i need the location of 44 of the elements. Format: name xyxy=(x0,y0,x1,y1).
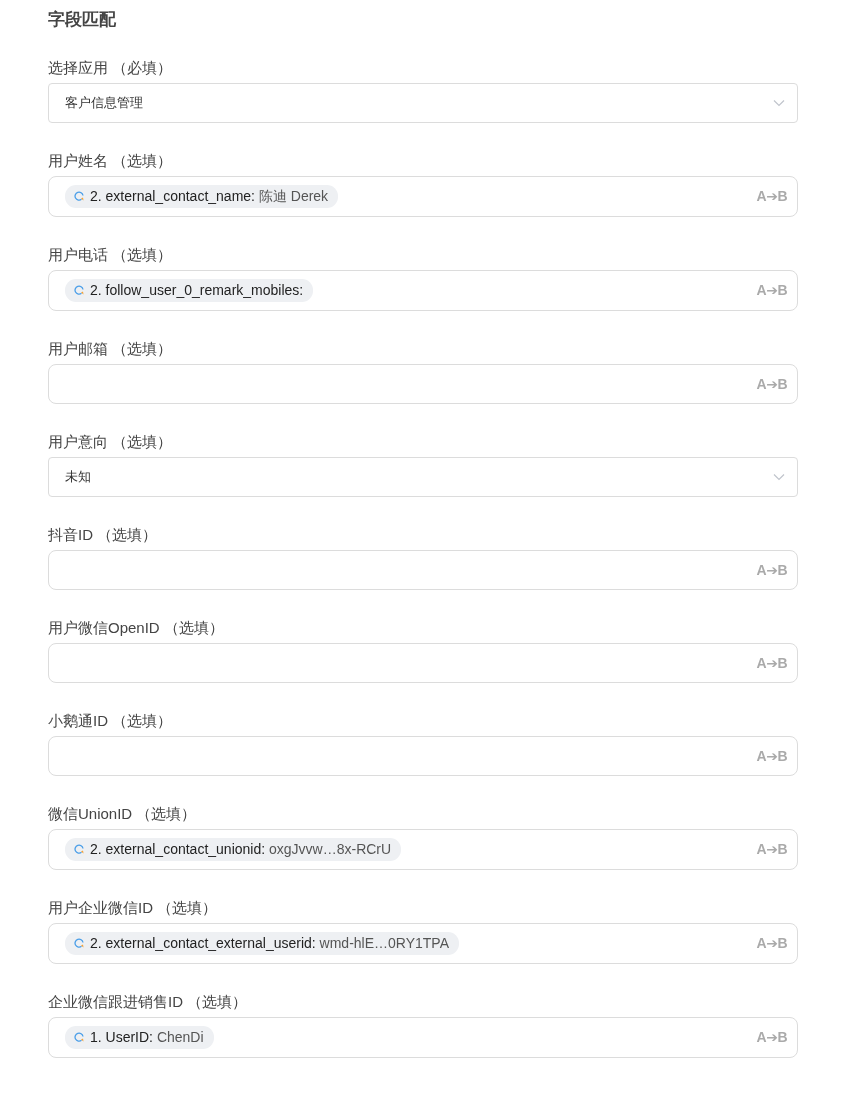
field-label: 用户企业微信ID （选填） xyxy=(48,898,218,918)
variable-tag[interactable]: 2. external_contact_external_userid: wmd-hlE…0RY1TPA xyxy=(65,932,459,955)
formula-button[interactable]: A➔B xyxy=(756,559,787,581)
formula-button[interactable]: A➔B xyxy=(756,1027,787,1048)
formula-button[interactable]: A➔B xyxy=(756,652,787,674)
field-label: 抖音ID （选填） xyxy=(48,525,158,545)
field-label: 用户电话 （选填） xyxy=(48,245,173,265)
refresh-icon xyxy=(74,285,85,296)
input-field[interactable]: A➔B xyxy=(48,550,798,590)
input-field[interactable]: A➔B xyxy=(48,364,798,404)
input-field[interactable]: 2. external_contact_external_userid: wmd-hlE…0RY1TPA A➔B xyxy=(48,923,798,964)
variable-tag[interactable]: 2. external_contact_unionid: oxgJvvw…8x-RCrU xyxy=(65,838,402,861)
field-label: 用户意向 （选填） xyxy=(48,432,173,452)
input-field[interactable]: A➔B xyxy=(48,736,798,776)
field-label: 用户微信OpenID （选填） xyxy=(48,618,224,638)
refresh-icon xyxy=(74,191,85,202)
field-label: 小鹅通ID （选填） xyxy=(48,711,173,731)
chevron-down-icon xyxy=(773,99,785,107)
formula-button[interactable]: A➔B xyxy=(756,280,787,301)
refresh-icon xyxy=(74,844,85,855)
input-field[interactable]: 2. follow_user_0_remark_mobiles: A➔B xyxy=(48,270,798,311)
select-field[interactable]: 未知 xyxy=(48,457,798,497)
formula-button[interactable]: A➔B xyxy=(756,933,787,954)
field-label: 选择应用 （必填） xyxy=(48,58,173,78)
chevron-down-icon xyxy=(773,473,785,481)
select-field[interactable]: 客户信息管理 xyxy=(48,83,798,123)
refresh-icon xyxy=(74,1032,85,1043)
variable-tag[interactable]: 2. follow_user_0_remark_mobiles: xyxy=(65,279,314,302)
variable-tag[interactable]: 2. external_contact_name: 陈迪 Derek xyxy=(65,185,339,208)
formula-button[interactable]: A➔B xyxy=(756,839,787,860)
field-label: 用户姓名 （选填） xyxy=(48,151,173,171)
section-title: 字段匹配 xyxy=(48,9,117,31)
formula-button[interactable]: A➔B xyxy=(756,186,787,207)
input-field[interactable]: 2. external_contact_unionid: oxgJvvw…8x-RCrU A➔B xyxy=(48,829,798,870)
input-field[interactable]: 1. UserID: ChenDi A➔B xyxy=(48,1017,798,1058)
formula-button[interactable]: A➔B xyxy=(756,745,787,767)
formula-button[interactable]: A➔B xyxy=(756,373,787,395)
field-label: 企业微信跟进销售ID （选填） xyxy=(48,992,248,1012)
input-field[interactable]: A➔B xyxy=(48,643,798,683)
field-label: 用户邮箱 （选填） xyxy=(48,339,173,359)
field-label: 微信UnionID （选填） xyxy=(48,804,197,824)
variable-tag[interactable]: 1. UserID: ChenDi xyxy=(65,1026,214,1049)
refresh-icon xyxy=(74,938,85,949)
input-field[interactable]: 2. external_contact_name: 陈迪 Derek A➔B xyxy=(48,176,798,217)
